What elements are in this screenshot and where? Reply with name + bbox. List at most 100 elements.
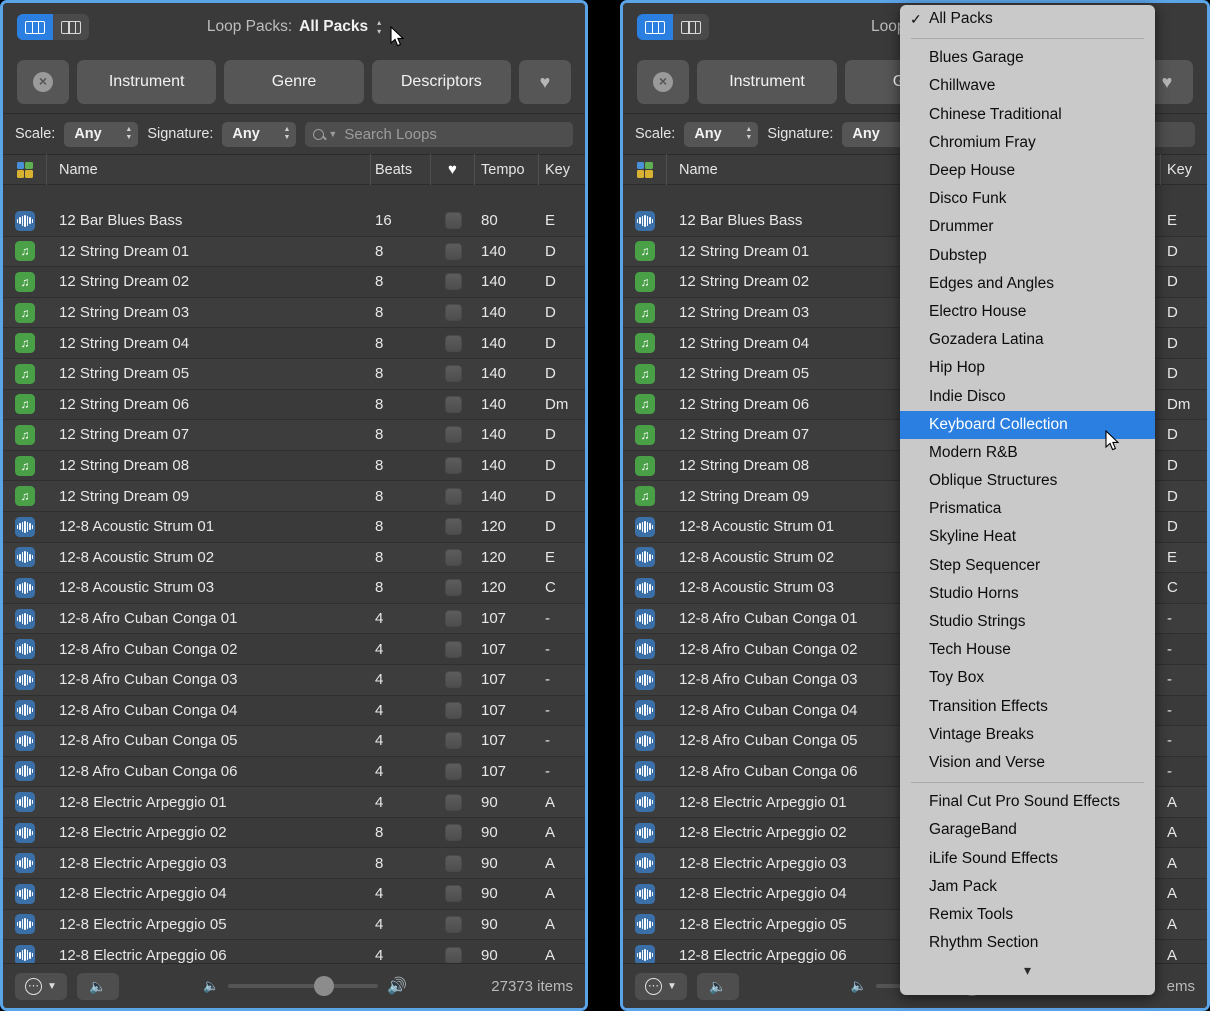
view-mode-segmented-control[interactable] bbox=[637, 14, 709, 40]
row-favorite-cell[interactable] bbox=[431, 909, 475, 940]
table-row[interactable]: 12-8 Afro Cuban Conga 054107- bbox=[3, 726, 585, 757]
menu-item-vintage-breaks[interactable]: Vintage Breaks bbox=[900, 721, 1155, 749]
row-favorite-cell[interactable] bbox=[431, 420, 475, 451]
volume-slider-knob[interactable] bbox=[314, 976, 334, 996]
menu-item-blues-garage[interactable]: Blues Garage bbox=[900, 44, 1155, 72]
table-row[interactable]: ♫12 String Dream 058140D bbox=[3, 359, 585, 390]
table-row[interactable]: 12-8 Electric Arpeggio 01490A bbox=[3, 787, 585, 818]
row-favorite-cell[interactable] bbox=[431, 603, 475, 634]
favorite-checkbox[interactable] bbox=[445, 488, 462, 505]
row-favorite-cell[interactable] bbox=[431, 481, 475, 512]
favorites-filter-button[interactable]: ♥ bbox=[519, 60, 571, 104]
descriptors-filter-button[interactable]: Descriptors bbox=[372, 60, 511, 104]
favorite-checkbox[interactable] bbox=[445, 916, 462, 933]
favorite-checkbox[interactable] bbox=[445, 396, 462, 413]
more-options-button[interactable]: ⋯ ▼ bbox=[635, 973, 687, 1000]
row-favorite-cell[interactable] bbox=[431, 664, 475, 695]
menu-item-garageband[interactable]: GarageBand bbox=[900, 816, 1155, 844]
favorite-checkbox[interactable] bbox=[445, 273, 462, 290]
menu-item-remix-tools[interactable]: Remix Tools bbox=[900, 901, 1155, 929]
row-favorite-cell[interactable] bbox=[431, 787, 475, 818]
favorite-checkbox[interactable] bbox=[445, 549, 462, 566]
favorite-checkbox[interactable] bbox=[445, 212, 462, 229]
column-view-button[interactable] bbox=[673, 14, 709, 40]
clear-filters-button[interactable]: × bbox=[637, 60, 689, 104]
row-favorite-cell[interactable] bbox=[431, 817, 475, 848]
favorite-checkbox[interactable] bbox=[445, 335, 462, 352]
favorite-checkbox[interactable] bbox=[445, 794, 462, 811]
menu-item-final-cut-pro-sound-effects[interactable]: Final Cut Pro Sound Effects bbox=[900, 788, 1155, 816]
table-row[interactable]: 12-8 Electric Arpeggio 05490A bbox=[3, 910, 585, 941]
row-favorite-cell[interactable] bbox=[431, 848, 475, 879]
row-favorite-cell[interactable] bbox=[431, 726, 475, 757]
table-row[interactable]: 12-8 Afro Cuban Conga 034107- bbox=[3, 665, 585, 696]
menu-item-chromium-fray[interactable]: Chromium Fray bbox=[900, 129, 1155, 157]
favorite-checkbox[interactable] bbox=[445, 641, 462, 658]
scale-select[interactable]: Any ▲▼ bbox=[64, 122, 138, 147]
table-row[interactable]: 12-8 Electric Arpeggio 04490A bbox=[3, 879, 585, 910]
row-favorite-cell[interactable] bbox=[431, 756, 475, 787]
row-favorite-cell[interactable] bbox=[431, 450, 475, 481]
loop-packs-control[interactable]: Loop Packs: All Packs ▴ ▾ bbox=[3, 3, 585, 51]
instrument-filter-button[interactable]: Instrument bbox=[697, 60, 837, 104]
row-favorite-cell[interactable] bbox=[431, 511, 475, 542]
menu-item-jam-pack[interactable]: Jam Pack bbox=[900, 873, 1155, 901]
favorite-checkbox[interactable] bbox=[445, 763, 462, 780]
column-header-favorite[interactable]: ♥ bbox=[431, 154, 475, 185]
row-favorite-cell[interactable] bbox=[431, 542, 475, 573]
favorite-checkbox[interactable] bbox=[445, 855, 462, 872]
row-favorite-cell[interactable] bbox=[431, 297, 475, 328]
favorite-checkbox[interactable] bbox=[445, 243, 462, 260]
table-row[interactable]: ♫12 String Dream 048140D bbox=[3, 328, 585, 359]
menu-item-vision-and-verse[interactable]: Vision and Verse bbox=[900, 749, 1155, 777]
favorite-checkbox[interactable] bbox=[445, 947, 462, 963]
loop-packs-value[interactable]: All Packs bbox=[299, 18, 368, 36]
menu-item-dubstep[interactable]: Dubstep bbox=[900, 242, 1155, 270]
genre-filter-button[interactable]: Genre bbox=[224, 60, 363, 104]
menu-item-ilife-sound-effects[interactable]: iLife Sound Effects bbox=[900, 844, 1155, 872]
table-row[interactable]: 12-8 Afro Cuban Conga 044107- bbox=[3, 696, 585, 727]
menu-item-studio-strings[interactable]: Studio Strings bbox=[900, 608, 1155, 636]
menu-item-studio-horns[interactable]: Studio Horns bbox=[900, 580, 1155, 608]
column-header-icon[interactable] bbox=[3, 154, 47, 185]
table-row[interactable]: 12-8 Afro Cuban Conga 064107- bbox=[3, 757, 585, 788]
signature-select[interactable]: Any ▲▼ bbox=[222, 122, 296, 147]
menu-scroll-down-arrow[interactable]: ▾ bbox=[900, 957, 1155, 983]
menu-item-drummer[interactable]: Drummer bbox=[900, 213, 1155, 241]
clear-filters-button[interactable]: × bbox=[17, 60, 69, 104]
favorite-checkbox[interactable] bbox=[445, 518, 462, 535]
menu-item-keyboard-collection[interactable]: Keyboard Collection bbox=[900, 411, 1155, 439]
chevron-down-icon[interactable]: ▼ bbox=[328, 129, 337, 139]
menu-item-hip-hop[interactable]: Hip Hop bbox=[900, 354, 1155, 382]
table-row[interactable]: ♫12 String Dream 078140D bbox=[3, 420, 585, 451]
view-mode-segmented-control[interactable] bbox=[17, 14, 89, 40]
favorite-checkbox[interactable] bbox=[445, 365, 462, 382]
scale-select[interactable]: Any ▲▼ bbox=[684, 122, 758, 147]
menu-item-transition-effects[interactable]: Transition Effects bbox=[900, 693, 1155, 721]
volume-slider[interactable] bbox=[228, 984, 378, 988]
row-favorite-cell[interactable] bbox=[431, 634, 475, 665]
menu-item-toy-box[interactable]: Toy Box bbox=[900, 664, 1155, 692]
loop-packs-dropdown-menu[interactable]: ✓All PacksBlues GarageChillwaveChinese T… bbox=[900, 5, 1155, 995]
column-header-key[interactable]: Key bbox=[1161, 154, 1207, 185]
row-favorite-cell[interactable] bbox=[431, 573, 475, 604]
loop-packs-stepper-icon[interactable]: ▴ ▾ bbox=[377, 19, 381, 35]
search-loops-field[interactable]: ▼ Search Loops bbox=[305, 122, 573, 147]
table-row[interactable]: 12-8 Afro Cuban Conga 024107- bbox=[3, 634, 585, 665]
row-favorite-cell[interactable] bbox=[431, 940, 475, 963]
table-row[interactable]: ♫12 String Dream 098140D bbox=[3, 481, 585, 512]
menu-item-oblique-structures[interactable]: Oblique Structures bbox=[900, 467, 1155, 495]
menu-item-step-sequencer[interactable]: Step Sequencer bbox=[900, 552, 1155, 580]
menu-item-electro-house[interactable]: Electro House bbox=[900, 298, 1155, 326]
table-row[interactable]: 12 Bar Blues Bass1680E bbox=[3, 206, 585, 237]
menu-item-chinese-traditional[interactable]: Chinese Traditional bbox=[900, 101, 1155, 129]
favorite-checkbox[interactable] bbox=[445, 457, 462, 474]
row-favorite-cell[interactable] bbox=[431, 236, 475, 267]
table-row[interactable]: 12-8 Acoustic Strum 028120E bbox=[3, 543, 585, 574]
table-row[interactable]: 12-8 Acoustic Strum 038120C bbox=[3, 573, 585, 604]
row-favorite-cell[interactable] bbox=[431, 695, 475, 726]
grid-view-button[interactable] bbox=[637, 14, 673, 40]
more-options-button[interactable]: ⋯ ▼ bbox=[15, 973, 67, 1000]
favorite-checkbox[interactable] bbox=[445, 426, 462, 443]
favorite-checkbox[interactable] bbox=[445, 702, 462, 719]
